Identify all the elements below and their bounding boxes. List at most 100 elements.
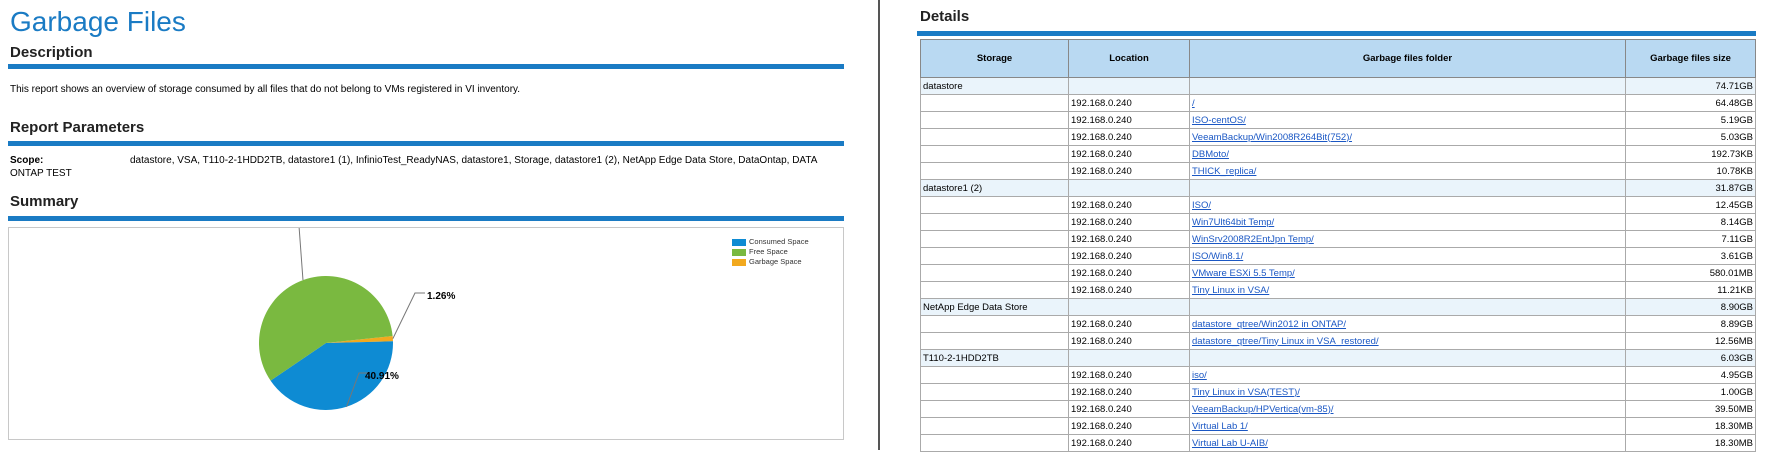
storage-cell: datastore1 (2) xyxy=(920,179,1069,197)
section-divider xyxy=(8,141,844,146)
location-cell: 192.168.0.240 xyxy=(1068,400,1190,418)
folder-link[interactable]: iso/ xyxy=(1192,370,1207,381)
table-header-row: Storage Location Garbage files folder Ga… xyxy=(920,39,1756,78)
folder-cell xyxy=(1189,179,1626,197)
folder-link[interactable]: Tiny Linux in VSA/ xyxy=(1192,285,1269,296)
folder-link[interactable]: THICK_replica/ xyxy=(1192,166,1256,177)
table-row: 192.168.0.240 ISO/Win8.1/3.61GB xyxy=(920,247,1756,265)
details-table: Storage Location Garbage files folder Ga… xyxy=(920,39,1756,452)
column-header-garbage-size[interactable]: Garbage files size xyxy=(1625,39,1756,78)
pie-data-label: 1.26% xyxy=(427,291,455,302)
scope-value: datastore, VSA, T110-2-1HDD2TB, datastor… xyxy=(10,155,817,179)
table-row: 192.168.0.240 Virtual Lab U-AIB/18.30MB xyxy=(920,434,1756,452)
report-parameters-heading: Report Parameters xyxy=(10,119,145,136)
folder-cell: THICK_replica/ xyxy=(1189,162,1626,180)
location-cell: 192.168.0.240 xyxy=(1068,145,1190,163)
size-cell: 12.56MB xyxy=(1625,332,1756,350)
description-text: This report shows an overview of storage… xyxy=(10,84,521,95)
storage-cell xyxy=(920,94,1069,112)
legend-label: Garbage Space xyxy=(749,257,802,266)
size-cell: 18.30MB xyxy=(1625,417,1756,435)
column-header-storage[interactable]: Storage xyxy=(920,39,1069,78)
section-divider xyxy=(8,216,844,221)
storage-cell xyxy=(920,128,1069,146)
section-divider xyxy=(917,31,1756,36)
folder-link[interactable]: ISO-centOS/ xyxy=(1192,115,1246,126)
folder-cell: Virtual Lab 1/ xyxy=(1189,417,1626,435)
folder-link[interactable]: ISO/Win8.1/ xyxy=(1192,251,1243,262)
location-cell xyxy=(1068,298,1190,316)
table-row: 192.168.0.240 ISO/12.45GB xyxy=(920,196,1756,214)
legend-swatch xyxy=(732,248,746,256)
folder-link[interactable]: VeeamBackup/HPVertica(vm-85)/ xyxy=(1192,404,1334,415)
storage-cell xyxy=(920,247,1069,265)
folder-link[interactable]: Virtual Lab 1/ xyxy=(1192,421,1248,432)
storage-cell xyxy=(920,434,1069,452)
folder-link[interactable]: DBMoto/ xyxy=(1192,149,1229,160)
folder-cell: Tiny Linux in VSA(TEST)/ xyxy=(1189,383,1626,401)
storage-cell: T110-2-1HDD2TB xyxy=(920,349,1069,367)
size-cell: 5.19GB xyxy=(1625,111,1756,129)
table-row: 192.168.0.240 Tiny Linux in VSA/11.21KB xyxy=(920,281,1756,299)
size-cell: 12.45GB xyxy=(1625,196,1756,214)
location-cell: 192.168.0.240 xyxy=(1068,111,1190,129)
storage-cell: datastore xyxy=(920,77,1069,95)
column-header-garbage-folder[interactable]: Garbage files folder xyxy=(1189,39,1626,78)
storage-cell xyxy=(920,162,1069,180)
folder-link[interactable]: datastore_qtree/Win2012 in ONTAP/ xyxy=(1192,319,1346,330)
folder-cell: VMware ESXi 5.5 Temp/ xyxy=(1189,264,1626,282)
size-cell: 8.89GB xyxy=(1625,315,1756,333)
folder-cell: DBMoto/ xyxy=(1189,145,1626,163)
size-cell: 7.11GB xyxy=(1625,230,1756,248)
scope-parameter: Scope: datastore, VSA, T110-2-1HDD2TB, da… xyxy=(10,154,845,180)
folder-link[interactable]: datastore_qtree/Tiny Linux in VSA_restor… xyxy=(1192,336,1379,347)
location-cell: 192.168.0.240 xyxy=(1068,230,1190,248)
folder-cell: VeeamBackup/HPVertica(vm-85)/ xyxy=(1189,400,1626,418)
table-row: 192.168.0.240 DBMoto/192.73KB xyxy=(920,145,1756,163)
legend-item: Garbage Space xyxy=(732,257,809,267)
table-row: 192.168.0.240 Win7Ult64bit Temp/8.14GB xyxy=(920,213,1756,231)
location-cell: 192.168.0.240 xyxy=(1068,196,1190,214)
folder-link[interactable]: Tiny Linux in VSA(TEST)/ xyxy=(1192,387,1300,398)
page-title: Garbage Files xyxy=(10,6,186,37)
location-cell: 192.168.0.240 xyxy=(1068,332,1190,350)
storage-cell: NetApp Edge Data Store xyxy=(920,298,1069,316)
location-cell: 192.168.0.240 xyxy=(1068,264,1190,282)
storage-cell xyxy=(920,213,1069,231)
location-cell: 192.168.0.240 xyxy=(1068,383,1190,401)
folder-cell: datastore_qtree/Tiny Linux in VSA_restor… xyxy=(1189,332,1626,350)
location-cell xyxy=(1068,349,1190,367)
size-cell: 10.78KB xyxy=(1625,162,1756,180)
report-left-panel: Garbage Files Description This report sh… xyxy=(0,0,860,450)
folder-link[interactable]: ISO/ xyxy=(1192,200,1211,211)
folder-cell: ISO/ xyxy=(1189,196,1626,214)
size-cell: 8.14GB xyxy=(1625,213,1756,231)
storage-cell xyxy=(920,230,1069,248)
storage-cell xyxy=(920,196,1069,214)
summary-heading: Summary xyxy=(10,193,79,210)
location-cell: 192.168.0.240 xyxy=(1068,162,1190,180)
table-row: 192.168.0.240 Virtual Lab 1/18.30MB xyxy=(920,417,1756,435)
storage-cell xyxy=(920,417,1069,435)
folder-link[interactable]: Virtual Lab U-AIB/ xyxy=(1192,438,1268,449)
folder-cell: VeeamBackup/Win2008R264Bit(752)/ xyxy=(1189,128,1626,146)
scope-label: Scope: xyxy=(10,155,44,166)
folder-link[interactable]: WinSrv2008R2EntJpn Temp/ xyxy=(1192,234,1314,245)
folder-link[interactable]: Win7Ult64bit Temp/ xyxy=(1192,217,1274,228)
folder-link[interactable]: VeeamBackup/Win2008R264Bit(752)/ xyxy=(1192,132,1352,143)
table-row: 192.168.0.240 VeeamBackup/HPVertica(vm-85… xyxy=(920,400,1756,418)
column-header-location[interactable]: Location xyxy=(1068,39,1190,78)
location-cell xyxy=(1068,77,1190,95)
folder-cell: / xyxy=(1189,94,1626,112)
folder-link[interactable]: / xyxy=(1192,98,1195,109)
size-cell: 580.01MB xyxy=(1625,264,1756,282)
storage-cell xyxy=(920,145,1069,163)
folder-link[interactable]: VMware ESXi 5.5 Temp/ xyxy=(1192,268,1295,279)
location-cell: 192.168.0.240 xyxy=(1068,281,1190,299)
table-row: 192.168.0.240 THICK_replica/10.78KB xyxy=(920,162,1756,180)
storage-cell xyxy=(920,332,1069,350)
size-cell: 64.48GB xyxy=(1625,94,1756,112)
location-cell: 192.168.0.240 xyxy=(1068,128,1190,146)
size-cell: 39.50MB xyxy=(1625,400,1756,418)
folder-cell: ISO-centOS/ xyxy=(1189,111,1626,129)
